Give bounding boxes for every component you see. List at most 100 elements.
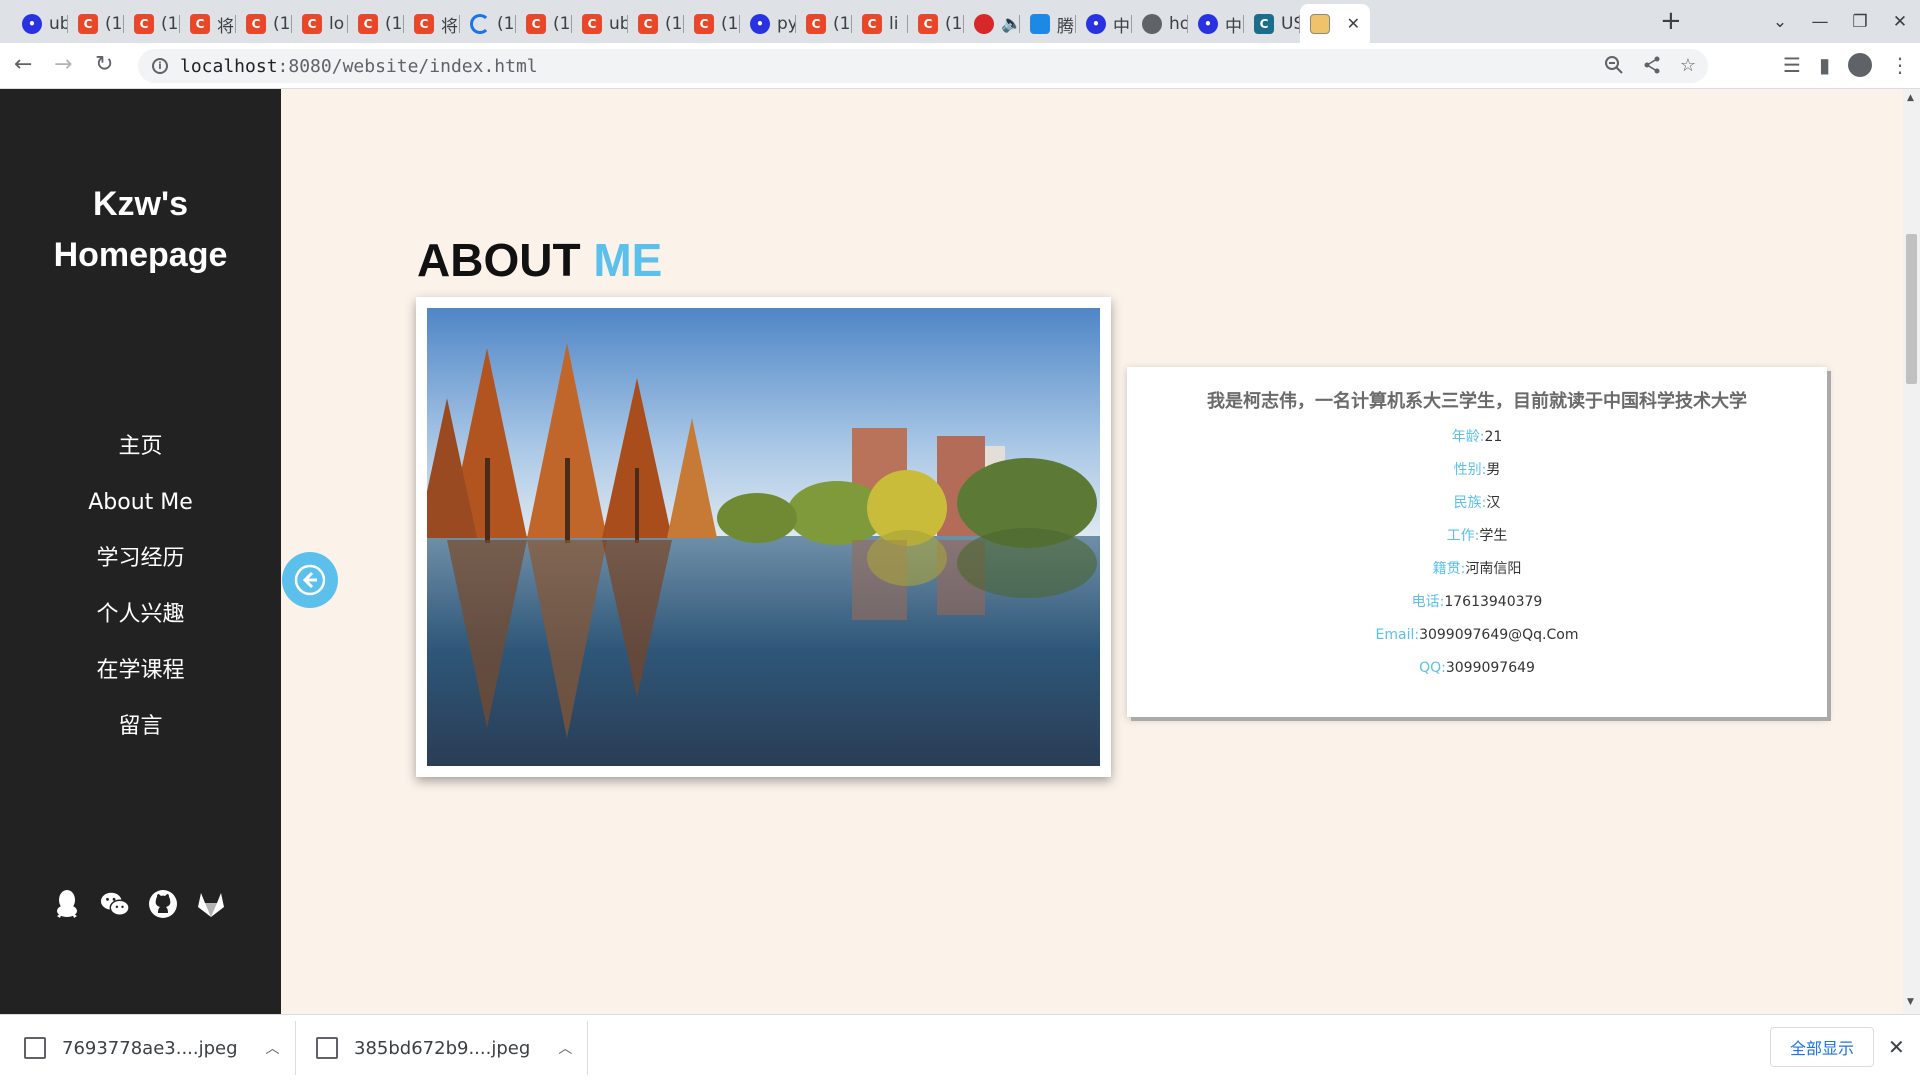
tab-label: (1 (945, 14, 963, 34)
browser-tab[interactable]: Cub (572, 6, 628, 42)
c-icon: C (246, 14, 266, 34)
address-bar[interactable]: i localhost:8080/website/index.html ☆ (138, 49, 1708, 83)
url-text[interactable]: localhost:8080/website/index.html (180, 56, 538, 77)
browser-tab[interactable]: ✕ (1300, 4, 1370, 43)
github-icon[interactable] (148, 889, 178, 919)
browser-tab[interactable]: C (1 (236, 6, 292, 42)
tab-label: 🔈 (1001, 14, 1020, 34)
tab-label: (1 (497, 14, 515, 34)
back-icon[interactable]: ← (14, 52, 32, 78)
nav-item-education[interactable]: 学习经历 (0, 531, 281, 587)
restore-button[interactable]: ❐ (1840, 12, 1880, 32)
reload-icon[interactable]: ↻ (95, 52, 113, 78)
browser-tab[interactable]: 腾 (1020, 6, 1076, 42)
c-icon: C (78, 14, 98, 34)
divider (587, 1021, 588, 1075)
browser-tab[interactable]: Clo (292, 6, 348, 42)
loading-icon (470, 14, 490, 34)
close-downloads-icon[interactable]: ✕ (1888, 1035, 1905, 1059)
arrow-left-icon (294, 564, 326, 596)
chevron-up-icon[interactable]: ︿ (266, 1038, 280, 1058)
browser-tab[interactable]: C (1 (684, 6, 740, 42)
show-all-downloads-button[interactable]: 全部显示 (1770, 1027, 1874, 1067)
social-links (52, 889, 226, 919)
scroll-down-icon[interactable]: ▼ (1907, 997, 1914, 1007)
c-icon: C (190, 14, 210, 34)
campus-lake-photo (427, 308, 1100, 766)
qq-icon[interactable] (52, 889, 82, 919)
chevron-up-icon[interactable]: ︿ (558, 1038, 572, 1058)
reading-list-icon[interactable]: ☰ (1783, 53, 1801, 77)
tab-search-icon[interactable]: ⌄ (1760, 12, 1800, 32)
netease-icon (974, 14, 994, 34)
browser-tab[interactable]: C (1 (796, 6, 852, 42)
profile-avatar[interactable] (1848, 53, 1872, 77)
browser-tab[interactable]: C将 (180, 6, 236, 42)
tab-label: ub (49, 14, 68, 34)
side-panel-icon[interactable]: ▮ (1819, 53, 1830, 77)
share-icon[interactable] (1642, 55, 1662, 80)
close-window-button[interactable]: ✕ (1880, 12, 1920, 32)
nav-item-courses[interactable]: 在学课程 (0, 643, 281, 699)
tencent-icon (1030, 14, 1050, 34)
tab-label: 将 (217, 16, 234, 37)
browser-tab[interactable]: • 中 (1076, 6, 1132, 42)
us-icon: C (1254, 14, 1274, 34)
browser-tab[interactable]: C (1 (516, 6, 572, 42)
gitlab-icon[interactable] (196, 889, 226, 919)
menu-icon[interactable]: ⋮ (1890, 53, 1910, 77)
tab-label: (1 (105, 14, 123, 34)
browser-tab[interactable]: C (1 (628, 6, 684, 42)
browser-tab[interactable]: C US (1244, 6, 1300, 42)
browser-toolbar: ← → ↻ i localhost:8080/website/index.htm… (0, 43, 1920, 89)
tab-label: US (1281, 14, 1300, 34)
baidu-icon: • (750, 14, 770, 34)
download-item[interactable]: 7693778ae3....jpeg ︿ (24, 1015, 280, 1080)
browser-tab[interactable]: • py (740, 6, 796, 42)
nav-item-home[interactable]: 主页 (0, 419, 281, 475)
new-tab-button[interactable]: + (1660, 8, 1682, 34)
browser-tab[interactable]: C (1 (68, 6, 124, 42)
browser-tab[interactable]: C将 (404, 6, 460, 42)
divider (295, 1021, 296, 1075)
browser-tab[interactable]: (1 (460, 6, 516, 42)
scroll-up-icon[interactable]: ▲ (1907, 93, 1914, 103)
tab-label: 中 (1225, 16, 1242, 37)
bookmark-star-icon[interactable]: ☆ (1680, 55, 1696, 80)
browser-tab[interactable]: C (1 (124, 6, 180, 42)
zoom-icon[interactable] (1604, 55, 1624, 80)
about-photo-frame (416, 297, 1111, 777)
browser-tab[interactable]: • 中 (1188, 6, 1244, 42)
sidebar-toggle-button[interactable] (282, 552, 338, 608)
image-file-icon (316, 1037, 338, 1059)
info-phone: 电话:17613940379 (1411, 594, 1543, 610)
forward-icon[interactable]: → (54, 52, 72, 78)
nav-item-messages[interactable]: 留言 (0, 699, 281, 755)
page-scrollbar[interactable]: ▲ ▼ (1903, 89, 1920, 1014)
download-item[interactable]: 385bd672b9....jpeg ︿ (316, 1015, 572, 1080)
browser-tab[interactable]: C (1 (348, 6, 404, 42)
info-occupation: 工作:学生 (1446, 528, 1508, 544)
tab-label: li (889, 14, 899, 34)
tab-label: 将 (441, 16, 458, 37)
browser-tab[interactable]: ho (1132, 6, 1188, 42)
minimize-button[interactable]: — (1800, 12, 1840, 32)
tab-label: 腾 (1057, 16, 1074, 37)
c-icon: C (638, 14, 658, 34)
browser-tab[interactable]: Cli (852, 6, 908, 42)
site-info-icon[interactable]: i (152, 58, 168, 74)
nav-item-interests[interactable]: 个人兴趣 (0, 587, 281, 643)
browser-tab[interactable]: 🔈 (964, 6, 1020, 42)
wechat-icon[interactable] (100, 889, 130, 919)
tab-label: (1 (833, 14, 851, 34)
browser-tab[interactable]: C (1 (908, 6, 964, 42)
tab-label: (1 (553, 14, 571, 34)
close-tab-icon[interactable]: ✕ (1347, 14, 1360, 33)
image-icon (1310, 13, 1330, 34)
info-age: 年龄:21 (1451, 429, 1503, 445)
tab-strip: • ub C (1 C (1 C 将 C (1 Clo C (1 C 将 (1 C (1 Cub C (1 C (1 • py C… (0, 0, 1920, 43)
scrollbar-thumb[interactable] (1906, 234, 1917, 384)
browser-tab[interactable]: • ub (12, 6, 68, 42)
nav-item-about-me[interactable]: About Me (0, 475, 281, 531)
info-email: Email:3099097649@Qq.Com (1375, 627, 1579, 643)
